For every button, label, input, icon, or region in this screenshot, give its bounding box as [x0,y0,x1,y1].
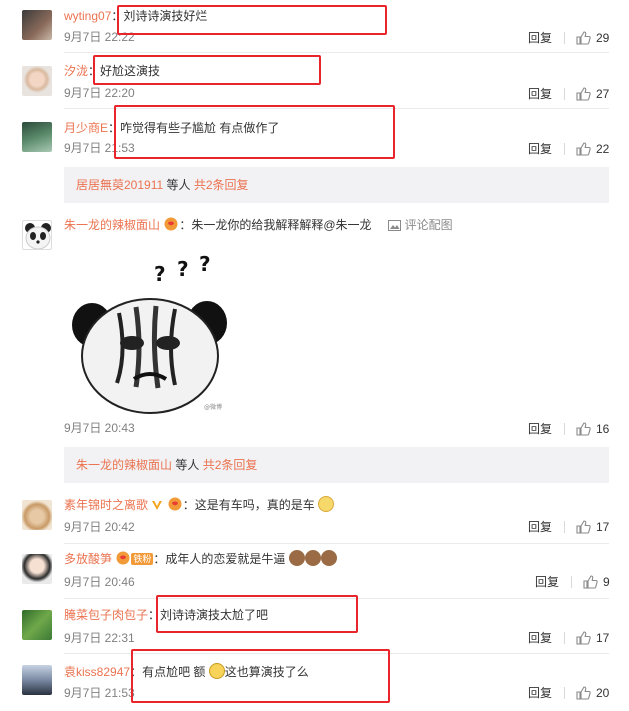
like-count: 16 [596,422,610,436]
monkey-emoji-icon [288,550,305,566]
reply-button[interactable]: 回复 [528,421,552,437]
reply-button[interactable]: 回复 [528,86,552,102]
like-button[interactable]: 17 [576,519,609,535]
thumb-up-icon [576,422,591,436]
reply-button[interactable]: 回复 [528,519,552,535]
comment-time: 9月7日 22:20 [64,86,135,100]
like-count: 27 [596,87,610,101]
subreply-users[interactable]: 居居無萸201911 [76,178,163,192]
avatar[interactable] [22,122,52,152]
avatar[interactable] [22,610,52,640]
like-count: 17 [596,631,610,645]
svg-text:?: ? [199,252,211,276]
comment-username[interactable]: 素年锦时之离歌 [64,498,148,512]
reply-button[interactable]: 回复 [528,685,552,701]
comment-item: 素年锦时之离歌 ：这是有车吗，真的是车 9月7日 20:42 回复 17 [0,490,629,542]
highlight-box [117,5,387,35]
like-button[interactable]: 16 [576,421,609,437]
comment-username[interactable]: 月少商E [64,121,108,135]
comment-username[interactable]: 袁kiss82947 [64,665,130,679]
comment-username[interactable]: 多放酸笋 [64,552,112,566]
fan-badge-icon [164,217,178,231]
reply-button[interactable]: 回复 [528,141,552,157]
subreply-summary[interactable]: 朱一龙的辣椒面山 等人 共2条回复 [64,447,609,483]
thumb-up-icon [576,142,591,156]
comment-username[interactable]: 汐泷 [64,64,88,78]
thumb-up-icon [576,31,591,45]
like-count: 9 [603,575,610,589]
avatar[interactable] [22,500,52,530]
like-count: 29 [596,31,610,45]
view-image-link[interactable]: 评论配图 [405,218,453,232]
highlight-box [93,55,321,85]
subreply-summary[interactable]: 居居無萸201911 等人 共2条回复 [64,167,609,203]
reply-button[interactable]: 回复 [535,574,559,590]
comment-time: 9月7日 22:31 [64,631,135,645]
reply-button[interactable]: 回复 [528,30,552,46]
comment-time: 9月7日 21:53 [64,686,135,700]
avatar[interactable] [22,10,52,40]
panda-avatar[interactable] [22,220,52,250]
svg-text:@微博: @微博 [204,403,222,411]
like-button[interactable]: 27 [576,86,609,102]
avatar[interactable] [22,665,52,695]
comment-item: 多放酸笋 铁粉 ：成年人的恋爱就是牛逼 9月7日 20:46 回复 9 [0,543,629,597]
like-count: 20 [596,686,610,700]
image-icon [388,220,402,231]
subreply-count-link[interactable]: 共2条回复 [203,458,258,472]
svg-text:?: ? [154,262,166,286]
comment-time: 9月7日 20:43 [64,421,135,435]
comment-text: 这是有车吗，真的是车 [194,498,315,512]
comment-username[interactable]: 腌菜包子肉包子 [64,608,148,622]
avatar[interactable] [22,554,52,584]
comment-text: 成年人的恋爱就是牛逼 [165,552,286,566]
highlight-box [114,105,395,159]
subreply-users[interactable]: 朱一龙的辣椒面山 [76,458,172,472]
fan-badge-icon [116,551,130,565]
like-button[interactable]: 17 [576,630,609,646]
thumb-up-icon [576,686,591,700]
fan-level-badge: 铁粉 [131,553,154,565]
like-count: 22 [596,142,610,156]
like-button[interactable]: 29 [576,30,609,46]
highlight-box [131,649,390,703]
highlight-box [156,595,358,633]
comment-time: 9月7日 20:46 [64,575,135,589]
comment-username[interactable]: wyting07 [64,9,111,23]
thumb-up-icon [583,575,598,589]
thumb-up-icon [576,87,591,101]
emoji-icon [318,496,335,512]
monkey-emoji-icon [304,550,321,566]
confused-panda-meme[interactable]: ? ? ? @微博 [64,243,236,415]
vip-v-icon [152,501,163,510]
reply-button[interactable]: 回复 [528,630,552,646]
svg-text:?: ? [177,257,189,281]
like-button[interactable]: 22 [576,141,609,157]
fan-badge-icon [168,497,182,511]
like-button[interactable]: 20 [576,685,609,701]
comment-username[interactable]: 朱一龙的辣椒面山 [64,218,160,232]
monkey-emoji-icon [320,550,337,566]
like-button[interactable]: 9 [583,574,610,590]
subreply-count-link[interactable]: 共2条回复 [194,178,249,192]
like-count: 17 [596,520,610,534]
avatar[interactable] [22,66,52,96]
thumb-up-icon [576,631,591,645]
comment-time: 9月7日 20:42 [64,520,135,534]
comment-text: 朱一龙你的给我解释解释@朱一龙 [191,218,372,232]
thumb-up-icon [576,520,591,534]
